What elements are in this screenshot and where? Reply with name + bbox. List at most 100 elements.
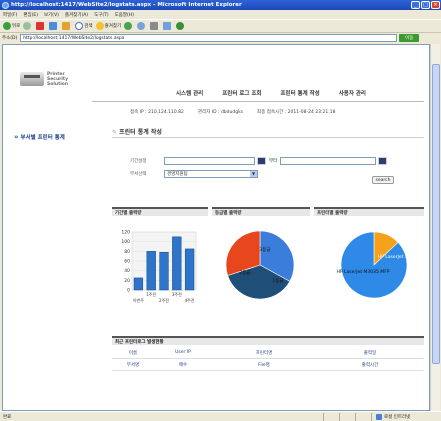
col-date: 출력일: [363, 350, 377, 356]
recent-log-title: 최근 프린터로그 발생현황: [112, 336, 424, 345]
y-tick-label: 80: [124, 249, 130, 255]
search-submit-button[interactable]: search: [372, 176, 394, 184]
y-tick-label: 120: [121, 230, 130, 236]
bar: [184, 248, 195, 291]
ie-icon: [2, 1, 9, 9]
side-menu-item[interactable]: » 부서별 프린터 통계: [14, 133, 65, 141]
printer-icon: [20, 72, 44, 86]
grade-pie-chart: 3등급 2등급 1등급: [225, 230, 295, 300]
logo-text: Printer Security Solution: [47, 71, 69, 87]
status-segment: [339, 412, 355, 421]
start-calendar-icon[interactable]: [257, 157, 266, 165]
favorites-button[interactable]: 즐겨찾기: [95, 21, 121, 31]
period-bar-chart: 120 100 80 60 40 20 0 1주전 3주전이번주 2주전 4주전: [121, 230, 197, 303]
mail-icon: [137, 22, 146, 30]
nav-printer-log[interactable]: 프린터 로그 조회: [222, 89, 261, 97]
status-segment: [355, 412, 371, 421]
end-calendar-icon[interactable]: [378, 157, 388, 165]
nav-printer-stats[interactable]: 프린터 통계 작성: [280, 89, 319, 97]
dept-select[interactable]: 경영지원팀 ▼: [164, 170, 258, 178]
x-tick-label: 1주전: [146, 291, 156, 297]
menu-tools[interactable]: 도구(T): [94, 12, 109, 18]
messenger-button[interactable]: [176, 21, 186, 31]
security-zone: 로컬 인트라넷: [371, 412, 441, 421]
panel-grade-title: 등급별 출력량: [212, 207, 310, 216]
dropdown-arrow-icon: ▼: [250, 171, 257, 177]
status-segment: [323, 412, 339, 421]
printer-pie-chart: HP LaserJet 1200 HP LaserJet M3035 MFP: [337, 231, 417, 299]
window-title-bar: http://localhost:1417/WebSite2/logstats.…: [0, 0, 441, 10]
minimize-button[interactable]: _: [411, 1, 420, 9]
x-tick-label: 3주전: [172, 291, 182, 297]
last-login: 최종 접속시간 : 2011-08-24 23:21:18: [257, 110, 336, 115]
vertical-scrollbar[interactable]: [430, 44, 440, 411]
refresh-button[interactable]: [49, 21, 59, 31]
maximize-button[interactable]: □: [421, 1, 430, 9]
pie-label: HP LaserJet 1200: [378, 254, 417, 260]
address-bar: 주소(D) http://localhost:1417/WebSite2/log…: [0, 33, 441, 43]
pie-label: 1등급: [272, 278, 283, 284]
home-icon: [62, 22, 71, 30]
end-date-input[interactable]: [280, 157, 377, 165]
home-button[interactable]: [62, 21, 72, 31]
back-button[interactable]: 뒤로: [3, 21, 20, 31]
scroll-thumb[interactable]: [432, 64, 440, 364]
search-button[interactable]: 검색: [75, 21, 93, 31]
col-printer: 프린터명: [255, 350, 273, 356]
menu-view[interactable]: 보기(V): [44, 12, 59, 18]
forward-arrow-icon: [23, 22, 32, 30]
stop-icon: [36, 22, 45, 30]
star-icon: [95, 22, 104, 30]
edit-icon: [163, 22, 172, 30]
nav-system-admin[interactable]: 시스템 관리: [176, 89, 203, 97]
x-tick-label: 2주전: [159, 297, 169, 303]
messenger-icon: [176, 22, 185, 30]
menu-bar: 파일(F) 편집(E) 보기(V) 즐겨찾기(A) 도구(T) 도움말(H): [0, 10, 441, 19]
history-button[interactable]: [124, 21, 134, 31]
col-name: 이름: [128, 350, 138, 356]
mail-button[interactable]: [137, 21, 147, 31]
col-dept: 부서명: [126, 362, 140, 368]
stop-button[interactable]: [36, 21, 46, 31]
address-input[interactable]: http://localhost:1417/WebSite2/logstats.…: [20, 34, 398, 42]
status-text: 완료: [3, 414, 12, 420]
log-header-row-2: 부서명 매수 File명 출력시간: [112, 359, 424, 371]
nav-user-admin[interactable]: 사용자 관리: [339, 89, 366, 97]
access-ip: 접속 IP : 210.124.110.82: [130, 110, 184, 115]
start-date-input[interactable]: [164, 157, 255, 165]
log-header-row-1: 이름 User IP 프린터명 출력일: [112, 347, 424, 359]
col-time: 출력시간: [361, 362, 379, 368]
browser-toolbar: 뒤로 검색 즐겨찾기: [0, 19, 441, 33]
menu-file[interactable]: 파일(F): [3, 12, 17, 18]
title-divider: [112, 137, 424, 138]
menu-help[interactable]: 도움말(H): [115, 12, 134, 18]
print-icon: [150, 22, 159, 30]
window-title: http://localhost:1417/WebSite2/logstats.…: [11, 2, 242, 8]
history-icon: [124, 22, 133, 30]
go-button[interactable]: 이동: [399, 34, 420, 42]
bar: [159, 252, 169, 291]
menu-favorites[interactable]: 즐겨찾기(A): [65, 12, 88, 18]
close-button[interactable]: ✕: [431, 1, 440, 9]
intranet-icon: [376, 413, 382, 420]
status-bar: 완료 로컬 인트라넷: [0, 411, 441, 421]
col-file: File명: [258, 362, 270, 368]
url-text: http://localhost:1417/WebSite2/logstats.…: [23, 35, 125, 41]
y-tick-label: 20: [124, 278, 130, 284]
logo[interactable]: Printer Security Solution: [20, 68, 90, 90]
page-title: ✎ 프린터 통계 작성: [112, 129, 162, 136]
print-button[interactable]: [150, 21, 160, 31]
session-info: 접속 IP : 210.124.110.82 관리자 ID : dbdudgks…: [130, 109, 349, 115]
menu-edit[interactable]: 편집(E): [23, 12, 38, 18]
pie-label: HP LaserJet M3035 MFP: [337, 269, 390, 275]
top-navigation: 시스템 관리 프린터 로그 조회 프린터 통계 작성 사용자 관리: [176, 89, 385, 97]
bar: [146, 251, 156, 291]
panel-printer-title: 프린터별 출력량: [314, 207, 424, 216]
panel-period-title: 기간별 출력량: [112, 207, 208, 216]
col-pages: 매수: [178, 362, 188, 368]
forward-button[interactable]: [23, 21, 33, 31]
refresh-icon: [49, 22, 58, 30]
search-form: 기간설정 부터 부서선택 경영지원팀 ▼ search: [130, 156, 422, 184]
edit-button[interactable]: [163, 21, 173, 31]
admin-id: 관리자 ID : dbdudgks: [197, 110, 244, 115]
